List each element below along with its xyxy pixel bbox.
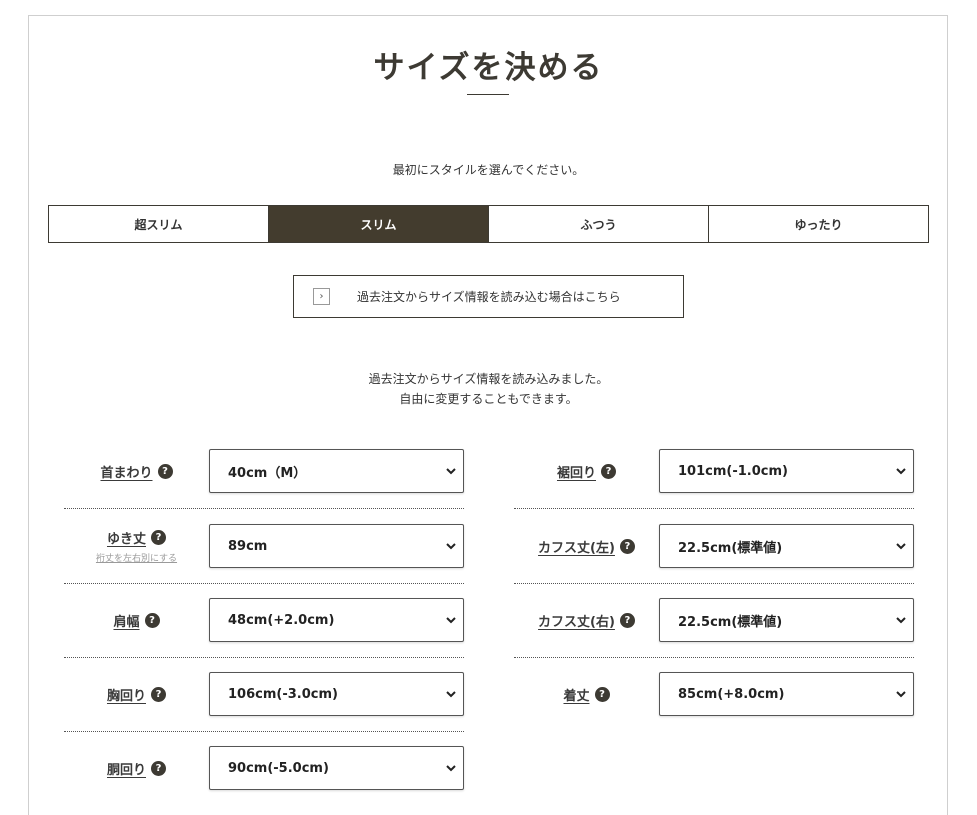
question-circle-icon[interactable]: ? bbox=[151, 686, 166, 702]
field-label-length: 着丈 ? bbox=[514, 685, 659, 704]
neck-select[interactable]: 40cm（M） bbox=[209, 449, 464, 493]
notice-line-2: 自由に変更することもできます。 bbox=[399, 392, 578, 406]
load-past-order-label: 過去注文からサイズ情報を読み込む場合はこちら bbox=[357, 290, 621, 304]
chevron-down-icon bbox=[896, 543, 906, 550]
style-option-regular[interactable]: ふつう bbox=[489, 206, 709, 242]
style-option-relaxed[interactable]: ゆったり bbox=[709, 206, 928, 242]
question-circle-icon[interactable]: ? bbox=[619, 612, 635, 628]
field-label-cuff-left: カフス丈(左) ? bbox=[514, 537, 659, 556]
chest-select[interactable]: 106cm(-3.0cm) bbox=[209, 672, 464, 716]
field-label-chest: 胸回り ? bbox=[64, 685, 209, 704]
page-title: サイズを決める bbox=[373, 50, 604, 86]
length-label[interactable]: 着丈 bbox=[563, 685, 589, 704]
load-past-order-button[interactable]: › 過去注文からサイズ情報を読み込む場合はこちら bbox=[293, 275, 684, 318]
field-row-waist: 胴回り ? 90cm(-5.0cm) bbox=[64, 731, 464, 805]
title-underline bbox=[467, 94, 509, 95]
cuff-left-select[interactable]: 22.5cm(標準値) bbox=[659, 524, 914, 568]
length-select[interactable]: 85cm(+8.0cm) bbox=[659, 672, 914, 716]
cuff-right-select[interactable]: 22.5cm(標準値) bbox=[659, 598, 914, 642]
chevron-down-icon bbox=[446, 617, 456, 624]
notice-line-1: 過去注文からサイズ情報を読み込みました。 bbox=[368, 372, 609, 386]
sleeve-select[interactable]: 89cm bbox=[209, 524, 464, 568]
style-option-super-slim[interactable]: 超スリム bbox=[49, 206, 269, 242]
chevron-down-icon bbox=[446, 765, 456, 772]
field-label-shoulder: 肩幅 ? bbox=[64, 611, 209, 630]
hem-select[interactable]: 101cm(-1.0cm) bbox=[659, 449, 914, 493]
field-row-cuff-right: カフス丈(右) ? 22.5cm(標準値) bbox=[514, 583, 914, 658]
field-row-cuff-left: カフス丈(左) ? 22.5cm(標準値) bbox=[514, 509, 914, 584]
chevron-down-icon bbox=[896, 691, 906, 698]
shoulder-label[interactable]: 肩幅 bbox=[113, 611, 139, 630]
field-label-waist: 胴回り ? bbox=[64, 759, 209, 778]
field-label-cuff-right: カフス丈(右) ? bbox=[514, 611, 659, 630]
chevron-down-icon bbox=[446, 543, 456, 550]
load-notice: 過去注文からサイズ情報を読み込みました。 自由に変更することもできます。 bbox=[0, 369, 977, 409]
question-circle-icon[interactable]: ? bbox=[151, 760, 166, 776]
sleeve-value: 89cm bbox=[228, 538, 268, 554]
cuff-right-value: 22.5cm(標準値) bbox=[678, 614, 783, 630]
chevron-down-icon bbox=[446, 468, 456, 475]
length-value: 85cm(+8.0cm) bbox=[678, 686, 785, 702]
hem-value: 101cm(-1.0cm) bbox=[678, 463, 788, 479]
neck-label[interactable]: 首まわり bbox=[100, 462, 152, 481]
sleeve-label[interactable]: ゆき丈 bbox=[107, 528, 146, 547]
question-circle-icon[interactable]: ? bbox=[601, 463, 616, 479]
question-circle-icon[interactable]: ? bbox=[594, 686, 610, 702]
style-selector: 超スリム スリム ふつう ゆったり bbox=[48, 205, 929, 243]
split-sleeve-link[interactable]: 裄丈を左右別にする bbox=[96, 551, 177, 564]
field-label-neck: 首まわり ? bbox=[64, 462, 209, 481]
hem-label[interactable]: 裾回り bbox=[557, 462, 596, 481]
chevron-right-icon: › bbox=[313, 288, 330, 305]
question-circle-icon[interactable]: ? bbox=[144, 612, 160, 628]
cuff-left-value: 22.5cm(標準値) bbox=[678, 540, 783, 556]
question-circle-icon[interactable]: ? bbox=[151, 530, 166, 545]
chevron-down-icon bbox=[896, 468, 906, 475]
cuff-left-label[interactable]: カフス丈(左) bbox=[538, 537, 615, 556]
field-label-sleeve: ゆき丈 ? 裄丈を左右別にする bbox=[64, 528, 209, 564]
shoulder-value: 48cm(+2.0cm) bbox=[228, 612, 335, 628]
style-instruction: 最初にスタイルを選んでください。 bbox=[392, 163, 585, 177]
waist-select[interactable]: 90cm(-5.0cm) bbox=[209, 746, 464, 790]
chest-value: 106cm(-3.0cm) bbox=[228, 686, 338, 702]
chevron-down-icon bbox=[446, 691, 456, 698]
field-row-shoulder: 肩幅 ? 48cm(+2.0cm) bbox=[64, 583, 464, 658]
shoulder-select[interactable]: 48cm(+2.0cm) bbox=[209, 598, 464, 642]
chest-label[interactable]: 胸回り bbox=[107, 685, 146, 704]
cuff-right-label[interactable]: カフス丈(右) bbox=[538, 611, 615, 630]
question-circle-icon[interactable]: ? bbox=[619, 538, 635, 554]
style-option-slim[interactable]: スリム bbox=[269, 206, 489, 242]
neck-value: 40cm（M） bbox=[228, 465, 307, 481]
question-circle-icon[interactable]: ? bbox=[157, 463, 173, 479]
field-row-chest: 胸回り ? 106cm(-3.0cm) bbox=[64, 657, 464, 732]
field-label-hem: 裾回り ? bbox=[514, 462, 659, 481]
field-row-length: 着丈 ? 85cm(+8.0cm) bbox=[514, 657, 914, 731]
field-row-sleeve: ゆき丈 ? 裄丈を左右別にする 89cm bbox=[64, 509, 464, 584]
chevron-down-icon bbox=[896, 617, 906, 624]
waist-value: 90cm(-5.0cm) bbox=[228, 760, 329, 776]
field-row-hem: 裾回り ? 101cm(-1.0cm) bbox=[514, 434, 914, 509]
waist-label[interactable]: 胴回り bbox=[107, 759, 146, 778]
field-row-neck: 首まわり ? 40cm（M） bbox=[64, 434, 464, 509]
